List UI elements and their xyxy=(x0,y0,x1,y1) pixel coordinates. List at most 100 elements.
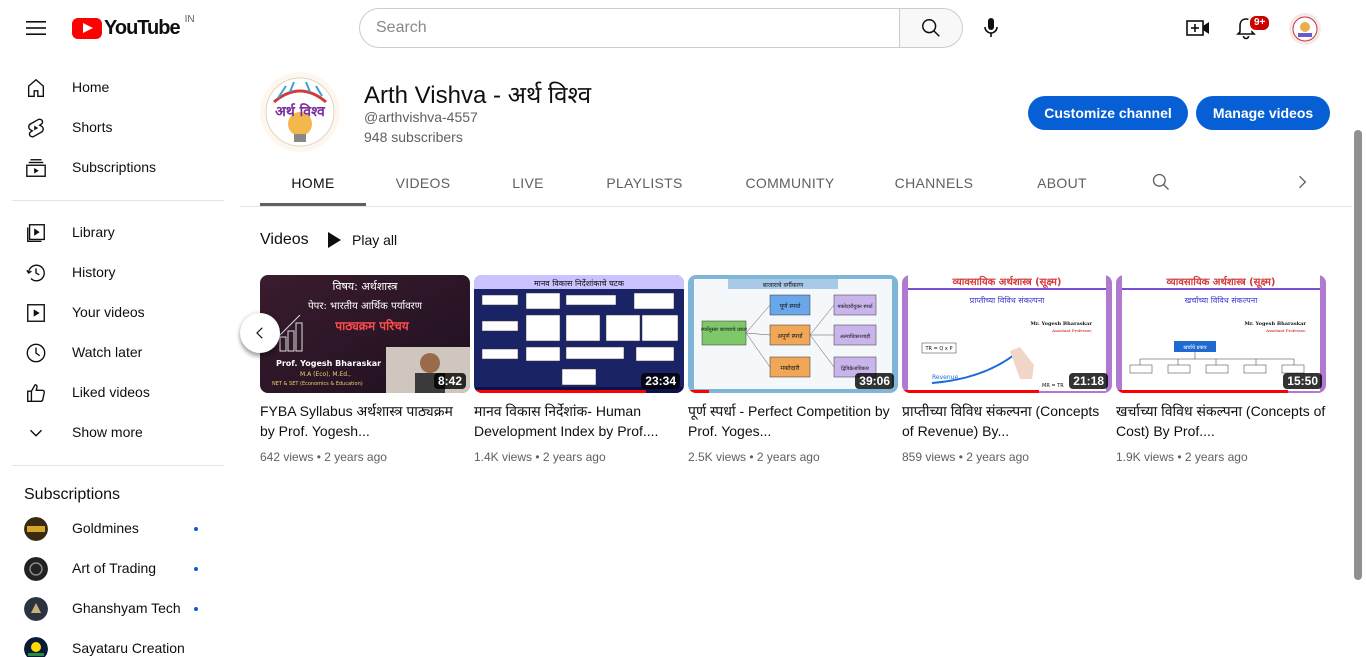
thumbnail-text: मानव विकास निर्देशांकाचे घटक xyxy=(534,278,625,288)
sidebar-item-label: Home xyxy=(72,79,110,95)
watch-progress-bar xyxy=(902,390,1039,393)
thumbnail-text: द्विविक्रेताधिकार xyxy=(841,365,870,372)
subscriber-count: 948 subscribers xyxy=(364,129,463,145)
video-thumbnail[interactable]: विषय: अर्थशास्त्र पेपर: भारतीय आर्थिक पर… xyxy=(260,275,470,393)
notification-badge: 9+ xyxy=(1248,14,1272,32)
new-content-dot xyxy=(194,527,198,531)
channel-avatar-text: अर्थ विश्व xyxy=(275,103,326,120)
video-meta: 2.5K views • 2 years ago xyxy=(688,450,820,464)
tab-videos[interactable]: VIDEOS xyxy=(366,160,480,206)
upload-age: 2 years ago xyxy=(542,450,606,464)
create-video-icon xyxy=(1186,20,1209,36)
page-scrollbar[interactable] xyxy=(1354,130,1362,580)
video-thumbnail[interactable]: मानव विकास निर्देशांकाचे घटक 23:34 xyxy=(474,275,684,393)
sidebar-item-label: Goldmines xyxy=(72,520,139,536)
home-icon xyxy=(24,76,48,100)
tab-channels[interactable]: CHANNELS xyxy=(867,160,1001,206)
channel-avatar-large[interactable]: अर्थ विश्व xyxy=(260,72,340,152)
sidebar-sub-ghanshyam-tech[interactable]: Ghanshyam Tech xyxy=(12,589,212,629)
thumbnail-text: खर्चाचे प्रकार xyxy=(1183,344,1207,351)
carousel-prev-button[interactable] xyxy=(240,313,280,353)
view-count: 642 views xyxy=(260,450,314,464)
shorts-icon xyxy=(24,116,48,140)
tabs-next-chevron-icon[interactable] xyxy=(1290,170,1314,194)
sidebar-item-home[interactable]: Home xyxy=(12,68,212,108)
channel-avatar xyxy=(24,517,48,541)
video-title[interactable]: खर्चाच्या विविध संकल्पना (Concepts of Co… xyxy=(1116,401,1326,441)
sidebar-item-label: Ghanshyam Tech xyxy=(72,600,181,616)
video-thumbnail[interactable]: बाजाराचे वर्गीकरण स्पर्धेनुसार बाजाराचे … xyxy=(688,275,898,393)
sidebar-item-liked-videos[interactable]: Liked videos xyxy=(12,373,212,413)
thumbnail-text: पाठ्यक्रम परिचय xyxy=(334,319,409,333)
tab-playlists[interactable]: PLAYLISTS xyxy=(576,160,713,206)
channel-avatar xyxy=(24,637,48,657)
watch-progress-bar xyxy=(474,390,647,393)
thumbnail-text: प्राप्तीच्या विविध संकल्पना xyxy=(970,295,1046,305)
channel-handle: @arthvishva-4557 xyxy=(364,109,478,125)
voice-search-button[interactable] xyxy=(971,8,1011,48)
thumbnail-text: व्यावसायिक अर्थशास्त्र (सूक्ष्म) xyxy=(1166,275,1276,289)
video-duration: 8:42 xyxy=(433,373,466,389)
sidebar-item-subscriptions[interactable]: Subscriptions xyxy=(12,148,212,188)
tab-about[interactable]: ABOUT xyxy=(1001,160,1123,206)
menu-icon[interactable] xyxy=(20,12,52,44)
manage-videos-button[interactable]: Manage videos xyxy=(1196,96,1330,130)
search-input[interactable] xyxy=(376,19,900,37)
sidebar-item-library[interactable]: Library xyxy=(12,213,212,253)
create-button[interactable] xyxy=(1178,8,1218,48)
video-meta: 1.9K views • 2 years ago xyxy=(1116,450,1248,464)
liked-videos-icon xyxy=(24,381,48,405)
tab-live[interactable]: LIVE xyxy=(480,160,576,206)
video-thumbnail[interactable]: व्यावसायिक अर्थशास्त्र (सूक्ष्म) प्राप्त… xyxy=(902,275,1112,393)
sidebar-sub-art-of-trading[interactable]: Art of Trading xyxy=(12,549,212,589)
sidebar-sub-goldmines[interactable]: Goldmines xyxy=(12,509,212,549)
account-avatar[interactable] xyxy=(1289,13,1321,45)
channel-name: Arth Vishva - अर्थ विश्व xyxy=(364,82,592,109)
subscriptions-heading: Subscriptions xyxy=(24,486,121,503)
thumbnail-text: MR = TR xyxy=(1042,383,1064,389)
video-title[interactable]: पूर्ण स्पर्धा - Perfect Competition by P… xyxy=(688,401,898,441)
sidebar-divider xyxy=(12,200,224,201)
chevron-left-icon xyxy=(256,327,263,339)
view-count: 859 views xyxy=(902,450,956,464)
subscriptions-icon xyxy=(24,156,48,180)
sidebar-item-history[interactable]: History xyxy=(12,253,212,293)
sidebar-item-show-more[interactable]: Show more xyxy=(12,413,212,453)
video-title[interactable]: मानव विकास निर्देशांक- Human Development… xyxy=(474,401,684,441)
notifications-button[interactable]: 9+ xyxy=(1226,8,1272,48)
logo-text: YouTube xyxy=(104,16,181,39)
sidebar-item-your-videos[interactable]: Your videos xyxy=(12,293,212,333)
video-meta: 642 views • 2 years ago xyxy=(260,450,387,464)
video-title[interactable]: प्राप्तीच्या विविध संकल्पना (Concepts of… xyxy=(902,401,1112,441)
thumbnail-text: मक्तेदारीयुक्त स्पर्धा xyxy=(838,303,874,310)
play-all-button[interactable]: Play all xyxy=(326,226,397,254)
play-icon xyxy=(328,232,341,248)
video-title[interactable]: FYBA Syllabus अर्थशास्त्र पाठ्यक्रम by P… xyxy=(260,401,470,441)
thumbnail-text: अल्पाधिकारशाही xyxy=(840,333,871,340)
chevron-down-icon xyxy=(24,421,48,445)
customize-channel-button[interactable]: Customize channel xyxy=(1028,96,1188,130)
play-all-label: Play all xyxy=(352,232,398,248)
thumbnail-text: Mr. Yogesh Bharaskar xyxy=(1244,321,1306,327)
youtube-logo[interactable]: YouTube IN xyxy=(72,13,195,40)
sidebar-sub-sayataru-creation[interactable]: Sayataru Creation xyxy=(12,629,212,657)
thumbnail-text: Prof. Yogesh Bharaskar xyxy=(276,359,381,368)
tab-home[interactable]: HOME xyxy=(260,160,366,206)
sidebar-item-label: History xyxy=(72,264,116,280)
masthead: YouTube IN 9+ xyxy=(0,0,1366,56)
sidebar-item-watch-later[interactable]: Watch later xyxy=(12,333,212,373)
sidebar-item-label: Art of Trading xyxy=(72,560,157,576)
video-meta: 1.4K views • 2 years ago xyxy=(474,450,606,464)
sidebar-item-shorts[interactable]: Shorts xyxy=(12,108,212,148)
channel-search-icon[interactable] xyxy=(1149,170,1173,194)
search-button[interactable] xyxy=(899,8,963,48)
thumbnail-text: TR = Q x P xyxy=(925,346,953,352)
sidebar-item-label: Sayataru Creation xyxy=(72,640,185,656)
country-code: IN xyxy=(184,13,195,25)
video-thumbnail[interactable]: व्यावसायिक अर्थशास्त्र (सूक्ष्म) खर्चाच्… xyxy=(1116,275,1326,393)
thumbnail-text: Mr. Yogesh Bharaskar xyxy=(1030,321,1092,327)
upload-age: 2 years ago xyxy=(756,450,820,464)
video-duration: 39:06 xyxy=(855,373,894,389)
tab-community[interactable]: COMMUNITY xyxy=(713,160,867,206)
history-icon xyxy=(24,261,48,285)
